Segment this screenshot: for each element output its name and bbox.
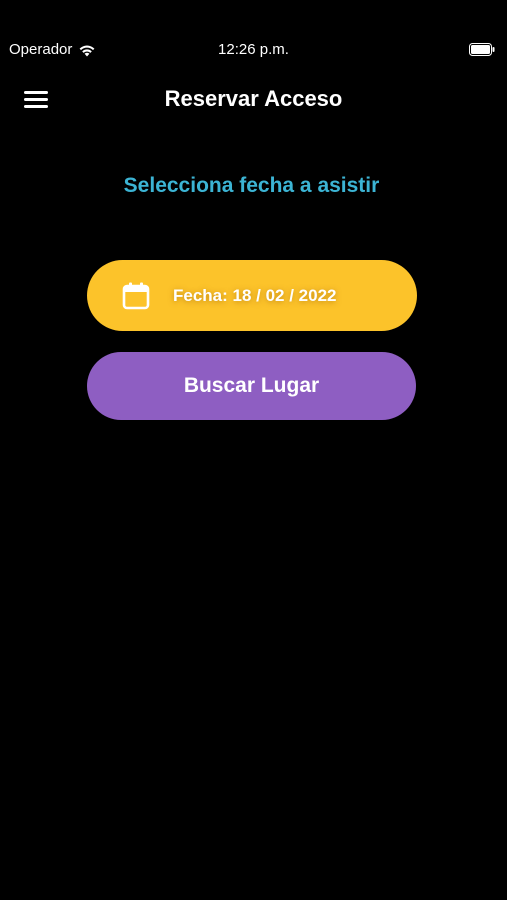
navigation-bar: Reservar Acceso	[0, 80, 507, 118]
status-time: 12:26 p.m.	[218, 41, 289, 58]
date-picker-button[interactable]: Fecha: 18 / 02 / 2022	[87, 260, 417, 331]
battery-icon	[469, 43, 495, 56]
date-button-label: Fecha: 18 / 02 / 2022	[173, 286, 337, 305]
status-bar: Operador 12:26 p.m.	[0, 0, 507, 58]
date-prompt: Selecciona fecha a asistir	[123, 174, 380, 197]
page-title: Reservar Acceso	[164, 86, 343, 111]
calendar-icon	[122, 282, 150, 310]
search-place-button[interactable]: Buscar Lugar	[87, 352, 416, 420]
